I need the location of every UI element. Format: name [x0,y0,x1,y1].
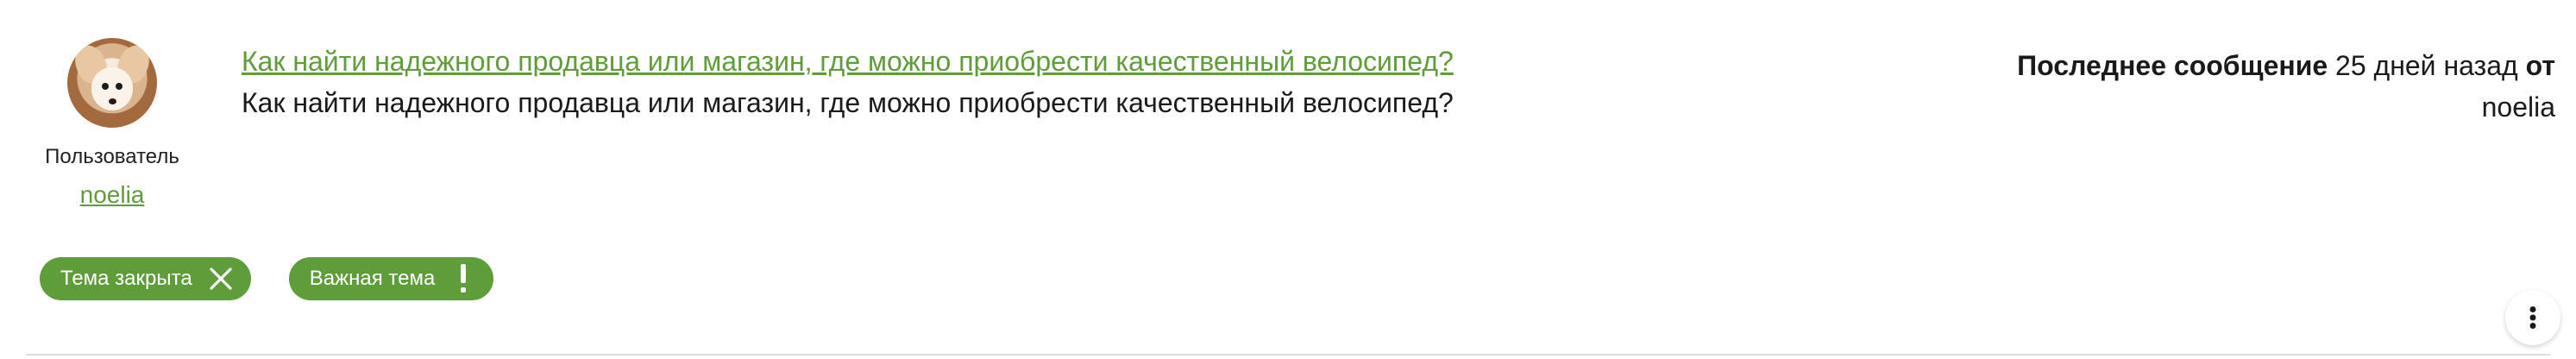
topic-snippet: Как найти надежного продавца или магазин… [242,87,1454,118]
author-role: Пользователь [45,145,179,168]
closed-topic-badge-label: Тема закрыта [60,267,192,290]
last-post-from-label: от [2525,50,2555,81]
important-topic-badge: Важная тема [288,257,494,300]
topic-row: Пользователь noelia Как найти надежного … [0,0,2576,359]
exclamation-icon [449,264,478,293]
topic-block: Как найти надежного продавца или магазин… [242,45,1454,119]
avatar-eye-right [116,83,123,90]
row-divider [26,354,2550,356]
close-icon-svg [210,268,232,290]
last-post-label: Последнее сообщение [2017,50,2328,81]
last-post-time: 25 дней назад [2335,50,2518,81]
topic-title-link[interactable]: Как найти надежного продавца или магазин… [242,45,1454,78]
author-block: Пользователь noelia [26,38,198,209]
author-username-link[interactable]: noelia [80,181,145,209]
important-topic-badge-label: Важная тема [309,267,436,290]
more-vertical-icon [2529,306,2536,329]
close-icon [206,264,236,293]
avatar[interactable] [67,38,157,128]
avatar-eye-left [102,83,109,90]
topic-actions-menu-button[interactable] [2505,290,2560,345]
closed-topic-badge: Тема закрыта [40,257,251,300]
exclamation-icon-svg [461,264,467,293]
topic-badges: Тема закрыта Важная тема [40,257,494,300]
avatar-nose [109,98,116,104]
last-post-username: noelia [2481,91,2555,123]
last-post-info: Последнее сообщение 25 дней назад от noe… [1951,45,2555,128]
